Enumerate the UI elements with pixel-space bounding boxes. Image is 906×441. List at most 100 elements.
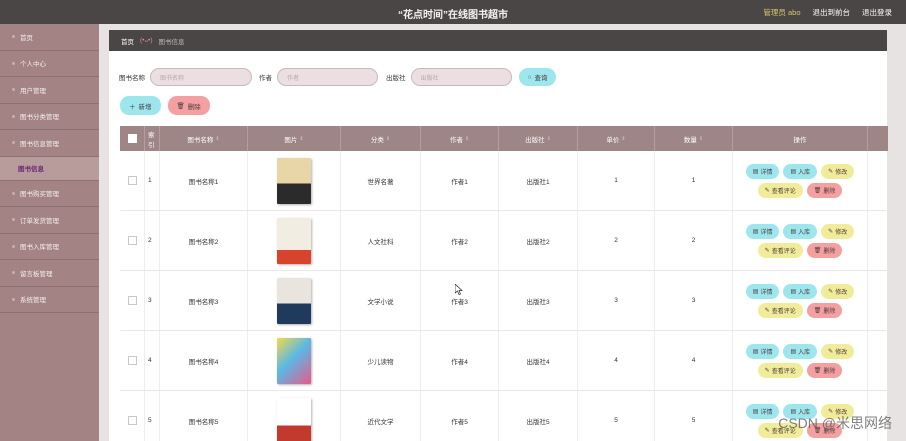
bullet-icon	[12, 35, 15, 39]
admin-label: 管理员 abo	[763, 8, 801, 17]
cell-image	[248, 211, 341, 270]
cell-price: 5	[578, 391, 655, 441]
col-price[interactable]: 单价 ⇕	[578, 126, 655, 151]
stock-in-button[interactable]: ▤ 入库	[783, 163, 818, 179]
delete-button[interactable]: 🗑 删除	[167, 96, 210, 115]
cell-publisher: 出版社1	[499, 151, 578, 210]
detail-label: 详情	[760, 289, 773, 296]
stock-in-button[interactable]: ▤ 入库	[783, 283, 818, 299]
search-bar: 图书名称 图书名称 作者 作者 出版社 出版社 ○ 查询	[119, 68, 557, 86]
view-comments-button[interactable]: ✎ 查看评论	[757, 302, 803, 318]
cell-index: 2	[145, 211, 160, 270]
view-comments-button[interactable]: ✎ 查看评论	[757, 182, 803, 198]
view-comments-button[interactable]: ✎ 查看评论	[757, 362, 803, 378]
pencil-icon: ✎	[764, 247, 770, 254]
col-image[interactable]: 图片 ⇕	[248, 126, 341, 151]
logout-link[interactable]: 退出登录	[862, 7, 892, 18]
book-cover-image	[277, 397, 311, 441]
stock-label: 入库	[798, 169, 811, 176]
sidebar-item-system[interactable]: 系统管理	[0, 287, 99, 313]
publisher-input[interactable]: 出版社	[410, 68, 512, 86]
row-delete-button[interactable]: 🗑 删除	[806, 302, 843, 318]
edit-button[interactable]: ✎ 修改	[821, 163, 855, 179]
col-category[interactable]: 分类 ⇕	[341, 126, 421, 151]
sidebar-item-label: 用户管理	[20, 87, 46, 95]
cell-category: 文学小说	[341, 271, 421, 330]
add-button[interactable]: ＋ 新增	[120, 96, 161, 115]
search-button[interactable]: ○ 查询	[518, 68, 557, 86]
col-author-label: 作者	[449, 136, 463, 144]
col-actions: 操作	[733, 126, 868, 151]
row-checkbox[interactable]	[127, 296, 137, 305]
book-name-input[interactable]: 图书名称	[150, 68, 252, 86]
book-name-label: 图书名称	[119, 75, 145, 82]
edit-button[interactable]: ✎ 修改	[821, 283, 855, 299]
bullet-icon	[12, 271, 15, 275]
row-select-cell	[120, 151, 145, 210]
sidebar-item-book-info[interactable]: 图书信息管理	[0, 130, 99, 157]
add-button-label: 新增	[138, 103, 152, 111]
col-name[interactable]: 图书名称 ⇕	[160, 126, 248, 151]
breadcrumb-home[interactable]: 首页	[121, 36, 134, 46]
row-checkbox[interactable]	[127, 236, 137, 245]
sort-icon: ⇕	[698, 135, 704, 142]
view-comments-button[interactable]: ✎ 查看评论	[757, 242, 803, 258]
pencil-icon: ✎	[764, 427, 770, 434]
cell-author: 作者4	[421, 331, 499, 390]
detail-button[interactable]: ▤ 详情	[745, 163, 780, 179]
detail-label: 详情	[760, 349, 773, 356]
detail-button[interactable]: ▤ 详情	[745, 283, 780, 299]
sort-icon: ⇕	[621, 135, 626, 142]
document-icon: ▤	[752, 408, 759, 415]
row-checkbox[interactable]	[127, 176, 137, 185]
pencil-icon: ✎	[828, 228, 834, 235]
sidebar-subitem-book-info[interactable]: 图书信息	[0, 156, 99, 181]
detail-button[interactable]: ▤ 详情	[745, 403, 780, 419]
cell-publisher: 出版社5	[499, 391, 578, 441]
author-input[interactable]: 作者	[277, 68, 378, 86]
row-checkbox[interactable]	[127, 416, 137, 425]
detail-label: 详情	[760, 229, 773, 236]
books-table: 索引 图书名称 ⇕ 图片 ⇕ 分类 ⇕ 作者 ⇕ 出版社 ⇕ 单价 ⇕ 数量 ⇕ 操作 1 图…	[120, 126, 888, 441]
sidebar-item-stock-in[interactable]: 图书入库管理	[0, 234, 99, 260]
stock-in-button[interactable]: ▤ 入库	[783, 223, 818, 239]
col-category-label: 分类	[370, 136, 384, 144]
exit-to-front-link[interactable]: 退出到前台	[813, 7, 851, 18]
comments-label: 查看评论	[771, 248, 796, 255]
pencil-icon: ✎	[828, 348, 834, 355]
trash-icon: 🗑	[813, 367, 822, 374]
edit-button[interactable]: ✎ 修改	[821, 223, 855, 239]
cell-category: 人文社科	[341, 211, 421, 270]
detail-button[interactable]: ▤ 详情	[745, 343, 780, 359]
select-all-checkbox[interactable]	[127, 134, 137, 143]
row-delete-button[interactable]: 🗑 删除	[806, 242, 843, 258]
trash-icon: 🗑	[813, 187, 822, 194]
table-row: 2 图书名称2 人文社科 作者2 出版社2 2 2 ▤ 详情 ▤ 入库 ✎ 修改 ✎ 查…	[120, 211, 888, 271]
row-delete-button[interactable]: 🗑 删除	[806, 362, 843, 378]
sidebar-item-purchases[interactable]: 图书购买管理	[0, 181, 99, 207]
col-author[interactable]: 作者 ⇕	[421, 126, 499, 151]
sidebar-item-profile[interactable]: 个人中心	[0, 51, 99, 77]
edit-button[interactable]: ✎ 修改	[821, 343, 855, 359]
sidebar-item-book-categories[interactable]: 图书分类管理	[0, 104, 99, 130]
detail-button[interactable]: ▤ 详情	[745, 223, 780, 239]
mouse-cursor-icon	[455, 284, 463, 295]
breadcrumb: 首页 (•ᴗ•) 图书信息	[109, 30, 887, 51]
row-delete-button[interactable]: 🗑 删除	[806, 182, 843, 198]
col-index: 索引	[145, 126, 160, 151]
col-quantity[interactable]: 数量 ⇕	[655, 126, 733, 151]
cell-publisher: 出版社3	[499, 271, 578, 330]
sidebar-item-label: 图书入库管理	[20, 244, 59, 252]
cell-price: 2	[578, 211, 655, 270]
search-icon: ○	[527, 73, 532, 81]
sidebar-item-label: 图书购买管理	[20, 191, 59, 199]
col-publisher[interactable]: 出版社 ⇕	[499, 126, 578, 151]
sidebar-item-label: 留言板管理	[20, 270, 53, 278]
sidebar-item-messages[interactable]: 留言板管理	[0, 260, 99, 287]
sidebar-item-users[interactable]: 用户管理	[0, 77, 99, 104]
sidebar-item-home[interactable]: 首页	[0, 24, 99, 51]
sort-icon: ⇕	[215, 135, 220, 142]
stock-in-button[interactable]: ▤ 入库	[783, 343, 818, 359]
row-checkbox[interactable]	[127, 356, 137, 365]
sidebar-item-orders[interactable]: 订单发货管理	[0, 207, 99, 234]
